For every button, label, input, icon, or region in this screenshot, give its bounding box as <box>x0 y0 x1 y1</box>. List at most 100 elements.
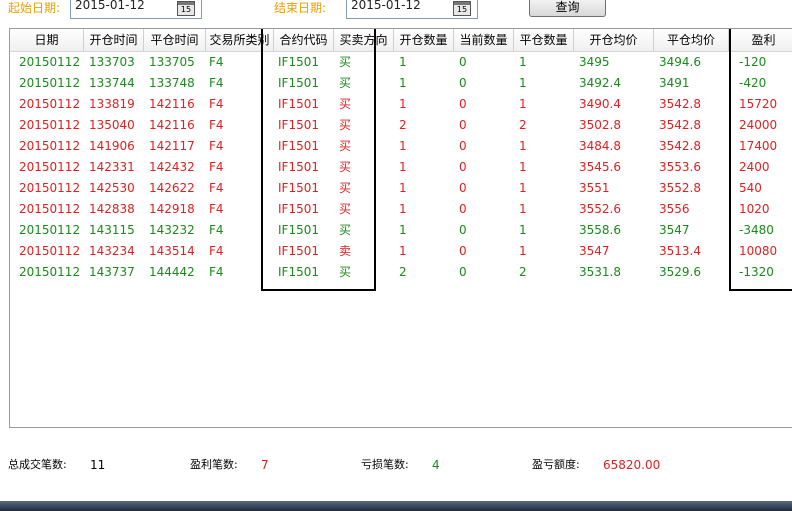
calendar-icon[interactable]: 15 <box>177 1 195 16</box>
cell-exchange: F4 <box>209 139 224 153</box>
cell-close-time: 142116 <box>149 97 195 111</box>
cell-open-avg-price: 3490.4 <box>579 97 621 111</box>
pnl-amount-value: 65820.00 <box>603 458 661 472</box>
cell-open-qty: 2 <box>399 118 407 132</box>
column-header-close-qty[interactable]: 平仓数量 <box>514 29 574 51</box>
cell-current-qty: 0 <box>459 265 467 279</box>
win-trades-value: 7 <box>261 458 269 472</box>
cell-open-time: 142530 <box>89 181 135 195</box>
cell-close-time: 142116 <box>149 118 195 132</box>
cell-date: 20150112 <box>19 244 81 258</box>
cell-close-avg-price: 3547 <box>659 223 690 237</box>
cell-close-avg-price: 3542.8 <box>659 97 701 111</box>
table-row[interactable]: 20150112 133703 133705 F4 IF1501 买 1 0 1 3495 3494… <box>10 52 792 73</box>
start-date-label: 起始日期: <box>8 1 61 15</box>
column-header-open-avg-price[interactable]: 开仓均价 <box>574 29 654 51</box>
cell-open-avg-price: 3531.8 <box>579 265 621 279</box>
cell-close-time: 142117 <box>149 139 195 153</box>
cell-date: 20150112 <box>19 97 81 111</box>
column-header-current-qty[interactable]: 当前数量 <box>454 29 514 51</box>
column-header-close-time[interactable]: 平仓时间 <box>144 29 206 51</box>
cell-close-time: 142622 <box>149 181 195 195</box>
cell-current-qty: 0 <box>459 97 467 111</box>
cell-open-time: 133703 <box>89 55 135 69</box>
table-row[interactable]: 20150112 142530 142622 F4 IF1501 买 1 0 1 3551 3552… <box>10 178 792 199</box>
cell-open-qty: 1 <box>399 202 407 216</box>
total-trades-value: 11 <box>90 458 106 472</box>
cell-close-qty: 1 <box>519 76 527 90</box>
cell-current-qty: 0 <box>459 223 467 237</box>
cell-close-qty: 2 <box>519 118 527 132</box>
table-row[interactable]: 20150112 133819 142116 F4 IF1501 买 1 0 1 3490.4 35… <box>10 94 792 115</box>
cell-open-avg-price: 3545.6 <box>579 160 621 174</box>
pnl-amount-label: 盈亏额度: <box>532 458 580 471</box>
highlight-box-profit <box>729 29 792 291</box>
cell-exchange: F4 <box>209 265 224 279</box>
cell-open-qty: 1 <box>399 181 407 195</box>
cell-close-time: 133705 <box>149 55 195 69</box>
cell-date: 20150112 <box>19 118 81 132</box>
cell-open-avg-price: 3558.6 <box>579 223 621 237</box>
cell-open-time: 141906 <box>89 139 135 153</box>
trades-table: 日期 开仓时间 平仓时间 交易所类别 合约代码 买卖方向 开仓数量 当前数量 平仓数量 开仓均价平… <box>9 28 792 428</box>
column-header-open-qty[interactable]: 开仓数量 <box>394 29 454 51</box>
cell-close-time: 144442 <box>149 265 195 279</box>
cell-open-time: 143115 <box>89 223 135 237</box>
cell-exchange: F4 <box>209 181 224 195</box>
cell-date: 20150112 <box>19 202 81 216</box>
win-trades-label: 盈利笔数: <box>190 458 238 471</box>
table-row[interactable]: 20150112 142838 142918 F4 IF1501 买 1 0 1 3552.6 35… <box>10 199 792 220</box>
cell-open-avg-price: 3547 <box>579 244 610 258</box>
cell-open-qty: 1 <box>399 160 407 174</box>
table-row[interactable]: 20150112 143234 143514 F4 IF1501 卖 1 0 1 3547 3513… <box>10 241 792 262</box>
cell-current-qty: 0 <box>459 244 467 258</box>
cell-date: 20150112 <box>19 139 81 153</box>
table-row[interactable]: 20150112 142331 142432 F4 IF1501 买 1 0 1 3545.6 35… <box>10 157 792 178</box>
cell-open-time: 143737 <box>89 265 135 279</box>
table-row[interactable]: 20150112 141906 142117 F4 IF1501 买 1 0 1 3484.8 35… <box>10 136 792 157</box>
cell-current-qty: 0 <box>459 160 467 174</box>
cell-open-time: 143234 <box>89 244 135 258</box>
cell-close-qty: 1 <box>519 202 527 216</box>
loss-trades-label: 亏损笔数: <box>361 458 409 471</box>
table-row[interactable]: 20150112 143115 143232 F4 IF1501 买 1 0 1 3558.6 35… <box>10 220 792 241</box>
cell-open-time: 133819 <box>89 97 135 111</box>
table-row[interactable]: 20150112 143737 144442 F4 IF1501 买 2 0 2 3531.8 35… <box>10 262 792 283</box>
cell-current-qty: 0 <box>459 118 467 132</box>
cell-close-time: 143232 <box>149 223 195 237</box>
table-header: 日期 开仓时间 平仓时间 交易所类别 合约代码 买卖方向 开仓数量 当前数量 平仓数量 开仓均价平… <box>10 29 792 52</box>
cell-current-qty: 0 <box>459 181 467 195</box>
column-header-open-time[interactable]: 开仓时间 <box>84 29 144 51</box>
cell-close-qty: 2 <box>519 265 527 279</box>
end-date-label: 结束日期: <box>274 1 327 15</box>
cell-open-avg-price: 3552.6 <box>579 202 621 216</box>
cell-exchange: F4 <box>209 118 224 132</box>
cell-exchange: F4 <box>209 97 224 111</box>
cell-close-qty: 1 <box>519 55 527 69</box>
query-button[interactable]: 查询 <box>529 0 606 17</box>
cell-open-avg-price: 3551 <box>579 181 610 195</box>
end-date-field[interactable]: 2015-01-12 15 <box>346 0 478 19</box>
cell-exchange: F4 <box>209 76 224 90</box>
end-date-value: 2015-01-12 <box>351 0 421 12</box>
column-header-date[interactable]: 日期 <box>10 29 84 51</box>
cell-open-qty: 2 <box>399 265 407 279</box>
cell-close-avg-price: 3513.4 <box>659 244 701 258</box>
table-row[interactable]: 20150112 133744 133748 F4 IF1501 买 1 0 1 3492.4 34… <box>10 73 792 94</box>
cell-date: 20150112 <box>19 76 81 90</box>
cell-open-qty: 1 <box>399 55 407 69</box>
cell-close-qty: 1 <box>519 244 527 258</box>
filter-bar: 起始日期: 2015-01-12 15 结束日期: 2015-01-12 15 … <box>0 0 792 24</box>
column-header-close-avg-price[interactable]: 平仓均价 <box>654 29 729 51</box>
cell-date: 20150112 <box>19 160 81 174</box>
table-row[interactable]: 20150112 135040 142116 F4 IF1501 买 2 0 2 3502.8 35… <box>10 115 792 136</box>
cell-open-avg-price: 3492.4 <box>579 76 621 90</box>
cell-close-avg-price: 3491 <box>659 76 690 90</box>
cell-current-qty: 0 <box>459 76 467 90</box>
cell-open-avg-price: 3495 <box>579 55 610 69</box>
start-date-field[interactable]: 2015-01-12 15 <box>70 0 202 19</box>
cell-close-time: 142918 <box>149 202 195 216</box>
cell-open-time: 142331 <box>89 160 135 174</box>
cell-open-time: 142838 <box>89 202 135 216</box>
calendar-icon[interactable]: 15 <box>453 1 471 16</box>
